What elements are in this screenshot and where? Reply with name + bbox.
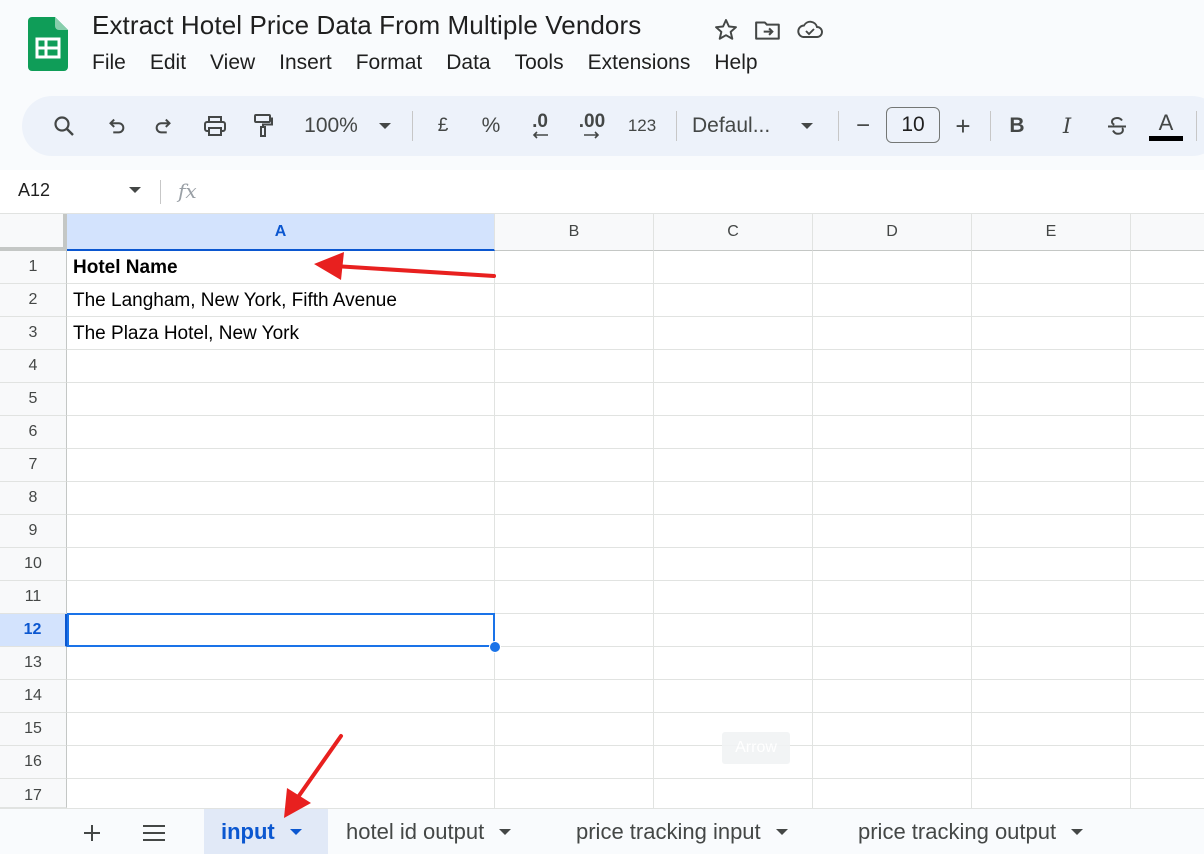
sheet-tab-bar: input hotel id output price tracking inp… bbox=[0, 808, 1204, 854]
formula-bar: A12 fx bbox=[0, 170, 1204, 214]
sheet-tab-label: price tracking output bbox=[858, 819, 1057, 844]
text-color-button[interactable]: A bbox=[1148, 96, 1184, 156]
menu-view[interactable]: View bbox=[198, 49, 267, 77]
menu-data[interactable]: Data bbox=[434, 49, 502, 77]
sheet-tab-label: hotel id output bbox=[346, 819, 485, 844]
move-folder-icon[interactable] bbox=[752, 14, 784, 46]
sheet-tab-label: input bbox=[221, 819, 275, 844]
chevron-down-icon[interactable] bbox=[775, 828, 789, 836]
cell-a3[interactable]: The Plaza Hotel, New York bbox=[67, 317, 299, 350]
percent-format-button[interactable]: % bbox=[476, 96, 506, 156]
sheets-logo-icon[interactable] bbox=[28, 17, 68, 71]
column-header-f[interactable] bbox=[1131, 214, 1204, 251]
row-header-13[interactable]: 13 bbox=[0, 647, 67, 680]
text-color-label: A bbox=[1158, 110, 1174, 135]
fx-icon: fx bbox=[178, 179, 197, 203]
row-header-7[interactable]: 7 bbox=[0, 449, 67, 482]
zoom-caret-icon[interactable] bbox=[372, 96, 398, 156]
number-format-button[interactable]: 123 bbox=[622, 96, 662, 156]
arrow-right-icon bbox=[584, 131, 600, 139]
row-header-9[interactable]: 9 bbox=[0, 515, 67, 548]
chevron-down-icon[interactable] bbox=[498, 828, 512, 836]
column-header-b[interactable]: B bbox=[495, 214, 654, 251]
row-header-8[interactable]: 8 bbox=[0, 482, 67, 515]
row-header-1[interactable]: 1 bbox=[0, 251, 67, 284]
sheet-tab-hotel-id-output[interactable]: hotel id output bbox=[346, 809, 512, 854]
cloud-status-icon[interactable] bbox=[794, 14, 826, 46]
row-header-15[interactable]: 15 bbox=[0, 713, 67, 746]
column-header-d[interactable]: D bbox=[813, 214, 972, 251]
menu-format[interactable]: Format bbox=[344, 49, 435, 77]
menu-tools[interactable]: Tools bbox=[503, 49, 576, 77]
decrease-decimal-button[interactable]: .0 bbox=[522, 96, 558, 156]
row-header-3[interactable]: 3 bbox=[0, 317, 67, 350]
sheet-tab-label: price tracking input bbox=[576, 819, 761, 844]
select-all-corner[interactable] bbox=[0, 214, 67, 251]
row-header-11[interactable]: 11 bbox=[0, 581, 67, 614]
italic-button[interactable]: I bbox=[1052, 96, 1082, 156]
row-header-12[interactable]: 12 bbox=[0, 614, 67, 647]
row-header-10[interactable]: 10 bbox=[0, 548, 67, 581]
column-header-e[interactable]: E bbox=[972, 214, 1131, 251]
all-sheets-menu-icon[interactable] bbox=[140, 819, 168, 847]
arrow-left-icon bbox=[532, 131, 548, 139]
increase-decimal-label: .00 bbox=[578, 111, 606, 132]
paint-format-icon[interactable] bbox=[246, 96, 280, 156]
row-header-4[interactable]: 4 bbox=[0, 350, 67, 383]
chevron-down-icon[interactable] bbox=[1070, 828, 1084, 836]
font-caret-icon[interactable] bbox=[794, 96, 820, 156]
cell-a2[interactable]: The Langham, New York, Fifth Avenue bbox=[67, 284, 397, 317]
redo-icon[interactable] bbox=[148, 96, 180, 156]
column-header-c[interactable]: C bbox=[654, 214, 813, 251]
fill-handle[interactable] bbox=[489, 641, 501, 653]
menu-extensions[interactable]: Extensions bbox=[576, 49, 703, 77]
row-header-17[interactable]: 17 bbox=[0, 779, 67, 808]
name-box-caret-icon[interactable] bbox=[128, 186, 142, 194]
row-header-2[interactable]: 2 bbox=[0, 284, 67, 317]
add-sheet-icon[interactable] bbox=[78, 819, 106, 847]
menu-help[interactable]: Help bbox=[702, 49, 769, 77]
strikethrough-icon[interactable] bbox=[1100, 96, 1134, 156]
name-box[interactable]: A12 bbox=[18, 180, 50, 201]
increase-decimal-button[interactable]: .00 bbox=[572, 96, 612, 156]
toolbar: 100% £ % .0 .00 123 Defaul... − 10 + B I… bbox=[22, 96, 1204, 156]
currency-format-button[interactable]: £ bbox=[428, 96, 458, 156]
column-header-a[interactable]: A bbox=[67, 214, 495, 251]
print-icon[interactable] bbox=[198, 96, 232, 156]
undo-icon[interactable] bbox=[100, 96, 132, 156]
menu-edit[interactable]: Edit bbox=[138, 49, 198, 77]
font-size-input[interactable]: 10 bbox=[886, 107, 940, 143]
sheet-tab-input[interactable]: input bbox=[204, 809, 328, 854]
row-header-14[interactable]: 14 bbox=[0, 680, 67, 713]
text-color-swatch bbox=[1149, 136, 1183, 141]
document-title[interactable]: Extract Hotel Price Data From Multiple V… bbox=[92, 10, 641, 41]
sheet-tab-price-tracking-input[interactable]: price tracking input bbox=[576, 809, 789, 854]
menu-bar: File Edit View Insert Format Data Tools … bbox=[80, 49, 770, 77]
spreadsheet-grid[interactable]: A B C D E 1 2 3 4 5 6 7 8 9 10 11 12 13 … bbox=[0, 214, 1204, 808]
app-header: Extract Hotel Price Data From Multiple V… bbox=[0, 0, 1204, 92]
selected-cell-a12[interactable] bbox=[67, 613, 495, 647]
font-select[interactable]: Defaul... bbox=[692, 96, 784, 156]
row-header-5[interactable]: 5 bbox=[0, 383, 67, 416]
star-icon[interactable] bbox=[710, 14, 742, 46]
search-icon[interactable] bbox=[48, 96, 80, 156]
watermark: Arrow bbox=[722, 732, 790, 764]
chevron-down-icon[interactable] bbox=[289, 828, 303, 836]
row-header-16[interactable]: 16 bbox=[0, 746, 67, 779]
increase-font-size-button[interactable]: + bbox=[948, 96, 978, 156]
sheet-tab-price-tracking-output[interactable]: price tracking output bbox=[858, 809, 1084, 854]
menu-insert[interactable]: Insert bbox=[267, 49, 344, 77]
row-header-6[interactable]: 6 bbox=[0, 416, 67, 449]
zoom-select[interactable]: 100% bbox=[296, 96, 366, 156]
decrease-font-size-button[interactable]: − bbox=[848, 96, 878, 156]
bold-button[interactable]: B bbox=[1002, 96, 1032, 156]
menu-file[interactable]: File bbox=[80, 49, 138, 77]
decrease-decimal-label: .0 bbox=[532, 111, 548, 132]
cell-a1[interactable]: Hotel Name bbox=[67, 251, 178, 284]
